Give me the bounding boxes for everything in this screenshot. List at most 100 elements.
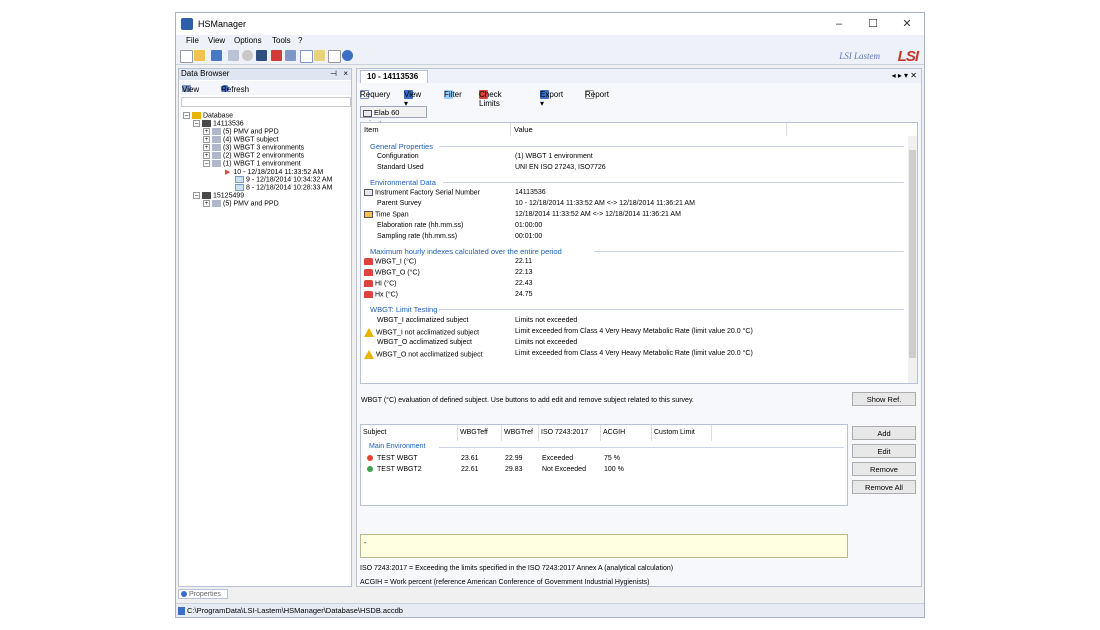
expand-icon[interactable]: + [203, 200, 210, 207]
tab-survey[interactable]: 10 - 14113536 [360, 70, 428, 83]
column-header-iso[interactable]: ISO 7243:2017 [539, 425, 601, 441]
help-icon[interactable] [342, 50, 353, 61]
close-button[interactable]: ✕ [890, 15, 924, 33]
tab-navigation[interactable]: ◂ ▸ ▾ ✕ [892, 71, 917, 80]
grid-item: Standard Used [377, 164, 424, 171]
minimize-button[interactable]: – [822, 15, 856, 33]
subject-name: TEST WBGT2 [377, 466, 422, 473]
grid-value: 22.43 [515, 280, 533, 287]
section-divider [439, 447, 844, 448]
table-row[interactable]: TEST WBGT2 [367, 466, 422, 473]
collapse-icon[interactable]: – [203, 160, 210, 167]
tree-node-survey[interactable]: 8 - 12/18/2014 10:28:33 AM [235, 184, 332, 191]
properties-tab-label: Properties [189, 591, 221, 598]
database-path: C:\ProgramData\LSI-Lastem\HSManager\Data… [187, 606, 403, 615]
page-icon[interactable] [328, 50, 341, 63]
add-button[interactable]: Add [852, 426, 916, 440]
status-dot-icon [367, 455, 373, 462]
tree-node-config[interactable]: + (5) PMV and PPD [203, 128, 279, 135]
device-icon[interactable] [256, 50, 267, 61]
column-header-wbgtref[interactable]: WBGTref [502, 425, 539, 441]
index-icon [364, 280, 373, 287]
column-header-item[interactable]: Item [361, 123, 511, 136]
grid-value: 10 - 12/18/2014 11:33:52 AM <-> 12/18/20… [515, 200, 695, 207]
subject-name: TEST WBGT [377, 455, 418, 462]
elab-period-button[interactable]: Elab 60 minutes [360, 106, 427, 128]
collapse-icon[interactable]: – [193, 120, 200, 127]
menu-tools[interactable]: Tools [272, 36, 291, 45]
pane-title: Data Browser ⊣ × [179, 69, 351, 80]
browser-toolbar: View Refresh [179, 81, 351, 95]
window-icon[interactable] [300, 50, 313, 63]
table-row[interactable]: TEST WBGT [367, 455, 418, 462]
tree-node-config[interactable]: + (3) WBGT 3 environments [203, 144, 304, 151]
config-icon [212, 152, 221, 159]
properties-tab[interactable]: Properties [178, 589, 228, 599]
report-icon[interactable] [314, 50, 325, 61]
database-icon [192, 112, 201, 119]
expand-icon[interactable]: + [203, 152, 210, 159]
grid-icon[interactable] [285, 50, 296, 61]
remove-button[interactable]: Remove [852, 462, 916, 476]
grid-item: Sampling rate (hh.mm.ss) [377, 233, 458, 240]
tree-node-config[interactable]: – (1) WBGT 1 environment [203, 160, 301, 167]
config-icon [212, 128, 221, 135]
tree-node-database[interactable]: – Database [183, 112, 233, 119]
column-header-acgih[interactable]: ACGIH [601, 425, 652, 441]
tree-node-config[interactable]: + (2) WBGT 2 environments [203, 152, 304, 159]
pin-icon[interactable]: ⊣ [330, 69, 337, 78]
grid-value: 14113536 [515, 189, 546, 196]
tree-node-survey-selected[interactable]: ▶ 10 - 12/18/2014 11:33:52 AM [225, 168, 323, 176]
pane-close-icon[interactable]: × [343, 69, 348, 78]
tree-node-survey[interactable]: 9 - 12/18/2014 10:34:32 AM [235, 176, 332, 183]
maximize-button[interactable]: ☐ [856, 15, 890, 33]
info-note: - [360, 534, 848, 558]
expand-icon[interactable]: + [203, 136, 210, 143]
database-file-icon [178, 607, 185, 615]
remove-all-button[interactable]: Remove All [852, 480, 916, 494]
new-icon[interactable] [180, 50, 193, 63]
survey-icon [235, 176, 244, 183]
collapse-icon[interactable]: – [193, 192, 200, 199]
scrollbar-thumb[interactable] [909, 150, 916, 358]
edit-button[interactable]: Edit [852, 444, 916, 458]
show-ref-button[interactable]: Show Ref. [852, 392, 916, 406]
grid-value: (1) WBGT 1 environment [515, 153, 593, 160]
grid-item: WBGT_O not acclimatized subject [364, 350, 483, 359]
menu-view[interactable]: View [208, 36, 225, 45]
tree-label: 15125499 [213, 192, 245, 200]
menu-file[interactable]: File [186, 36, 199, 45]
menu-help[interactable]: ? [298, 36, 302, 45]
grid-value: Limits not exceeded [515, 339, 578, 346]
cell-acgih: 75 % [604, 455, 620, 462]
grid-item-label: WBGT_I (°C) [375, 258, 417, 266]
delete-icon[interactable] [271, 50, 282, 61]
tree-label: (1) WBGT 1 environment [223, 160, 301, 168]
tree-label: (3) WBGT 3 environments [223, 144, 305, 152]
column-header-custom-limit[interactable]: Custom Limit [652, 425, 712, 441]
menu-options[interactable]: Options [234, 36, 262, 45]
database-icon[interactable] [211, 50, 222, 61]
expand-icon[interactable]: + [203, 144, 210, 151]
vertical-scrollbar[interactable] [908, 136, 917, 383]
column-header-value[interactable]: Value [511, 123, 787, 136]
browser-filter-box[interactable] [181, 97, 351, 107]
tree-node-instrument[interactable]: – 14113536 [193, 120, 244, 127]
tree-label: 10 - 12/18/2014 11:33:52 AM [233, 169, 324, 176]
tree-node-config[interactable]: + (5) PMV and PPD [203, 200, 279, 207]
tree-node-instrument[interactable]: – 15125499 [193, 192, 244, 199]
open-folder-icon[interactable] [194, 50, 205, 61]
collapse-icon[interactable]: – [183, 112, 190, 119]
column-header-wbgteff[interactable]: WBGTeff [458, 425, 502, 441]
expand-icon[interactable]: + [203, 128, 210, 135]
check-limits-label: Check Limits [479, 90, 502, 108]
import-icon[interactable] [228, 50, 239, 61]
status-bar: C:\ProgramData\LSI-Lastem\HSManager\Data… [176, 603, 924, 617]
settings-icon[interactable] [242, 50, 253, 61]
arrow-right-icon: ▶ [225, 169, 231, 176]
tree-node-config[interactable]: + (4) WBGT subject [203, 136, 279, 143]
tree-label: Database [203, 112, 233, 120]
grid-item: WBGT_O (°C) [364, 269, 420, 276]
grid-item: Configuration [377, 153, 419, 160]
column-header-subject[interactable]: Subject [361, 425, 458, 441]
